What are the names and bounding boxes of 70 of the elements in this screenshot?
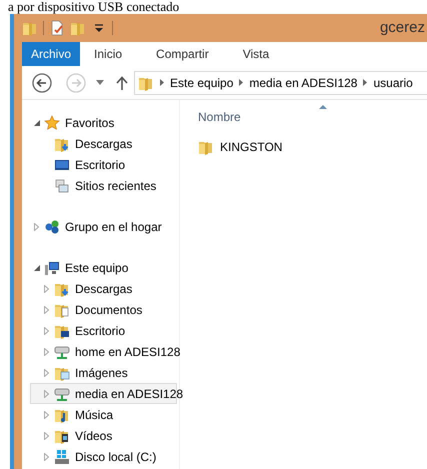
chevron-icon[interactable] <box>239 79 244 86</box>
nav-label: Favoritos <box>65 114 114 132</box>
collapsed-arrow-icon[interactable] <box>34 222 39 230</box>
nav-label: Escritorio <box>75 322 126 340</box>
up-arrow-icon[interactable] <box>116 76 128 90</box>
nav-item[interactable]: Descargas <box>30 133 177 154</box>
expanded-arrow-icon[interactable] <box>34 120 40 126</box>
nav-item[interactable]: Favoritos <box>30 112 177 133</box>
computer-icon <box>44 260 60 276</box>
nav-item[interactable]: Imágenes <box>30 362 177 383</box>
dropdown-icon[interactable] <box>96 80 104 85</box>
disk-drive-icon <box>54 448 70 464</box>
folder-icon[interactable] <box>70 20 86 36</box>
network-drive-icon <box>54 344 70 360</box>
breadcrumb-item[interactable]: usuario <box>373 74 413 92</box>
nav-item[interactable]: Grupo en el hogar <box>30 216 177 237</box>
nav-label: Música <box>75 406 114 424</box>
address-bar[interactable]: Este equipo media en ADESI128 usuario <box>134 70 427 94</box>
back-icon[interactable] <box>32 72 52 92</box>
nav-item[interactable]: Música <box>30 404 177 425</box>
chevron-icon[interactable] <box>160 79 164 86</box>
sort-arrow-icon <box>319 105 327 109</box>
nav-item[interactable]: Documentos <box>30 299 177 320</box>
homegroup-icon <box>44 218 60 234</box>
network-drive-icon <box>54 386 70 402</box>
nav-label: Descargas <box>75 136 132 152</box>
collapsed-arrow-icon[interactable] <box>44 390 49 398</box>
document-text: a por dispositivo USB conectado <box>8 0 180 14</box>
breadcrumb-item[interactable]: Este equipo <box>170 74 234 92</box>
collapsed-arrow-icon[interactable] <box>44 284 49 292</box>
nav-label: Sitios recientes <box>75 178 156 194</box>
collapsed-arrow-icon[interactable] <box>44 368 49 376</box>
forward-icon[interactable] <box>66 72 86 92</box>
collapsed-arrow-icon[interactable] <box>44 432 49 440</box>
nav-item[interactable]: Este equipo <box>30 257 177 278</box>
nav-label: Este equipo <box>65 260 128 276</box>
nav-label: Documentos <box>75 302 142 318</box>
collapsed-arrow-icon[interactable] <box>44 326 49 334</box>
folder-icon[interactable] <box>22 20 38 36</box>
nav-label: Escritorio <box>75 156 126 174</box>
chevron-icon[interactable] <box>363 79 368 86</box>
collapsed-arrow-icon[interactable] <box>44 410 49 418</box>
ribbon-tab[interactable]: Archivo <box>22 42 80 66</box>
ribbon-tab[interactable]: Compartir <box>142 42 223 66</box>
breadcrumb-item[interactable]: media en ADESI128 <box>249 74 358 92</box>
collapsed-arrow-icon[interactable] <box>44 306 49 314</box>
file-name[interactable]: KINGSTON <box>220 138 282 156</box>
nav-item[interactable]: Disco local (C:) <box>30 446 177 467</box>
checklist-page-icon[interactable] <box>49 20 65 36</box>
collapsed-arrow-icon[interactable] <box>44 452 49 460</box>
ribbon-tab[interactable]: Vista <box>228 42 284 66</box>
window-title: gcerez <box>380 18 426 38</box>
nav-label: home en ADESI128 <box>75 344 180 360</box>
expanded-arrow-icon[interactable] <box>34 264 40 270</box>
nav-item[interactable]: Descargas <box>30 278 177 299</box>
nav-label: Descargas <box>75 280 132 298</box>
collapsed-arrow-icon[interactable] <box>44 348 49 356</box>
nav-label: Vídeos <box>75 428 112 444</box>
nav-label: media en ADESI128 <box>75 386 184 402</box>
nav-item[interactable]: Escritorio <box>30 320 177 341</box>
ribbon-tab[interactable]: Inicio <box>80 42 136 66</box>
nav-item[interactable]: Sitios recientes <box>30 175 177 196</box>
nav-label: Disco local (C:) <box>75 448 156 466</box>
nav-label: Imágenes <box>75 364 128 382</box>
star-icon <box>44 114 60 130</box>
nav-item[interactable]: Vídeos <box>30 425 177 446</box>
column-header[interactable]: Nombre <box>198 108 241 130</box>
nav-item[interactable]: Escritorio <box>30 154 177 175</box>
recent-places-icon <box>54 178 70 194</box>
nav-label: Grupo en el hogar <box>65 218 162 236</box>
